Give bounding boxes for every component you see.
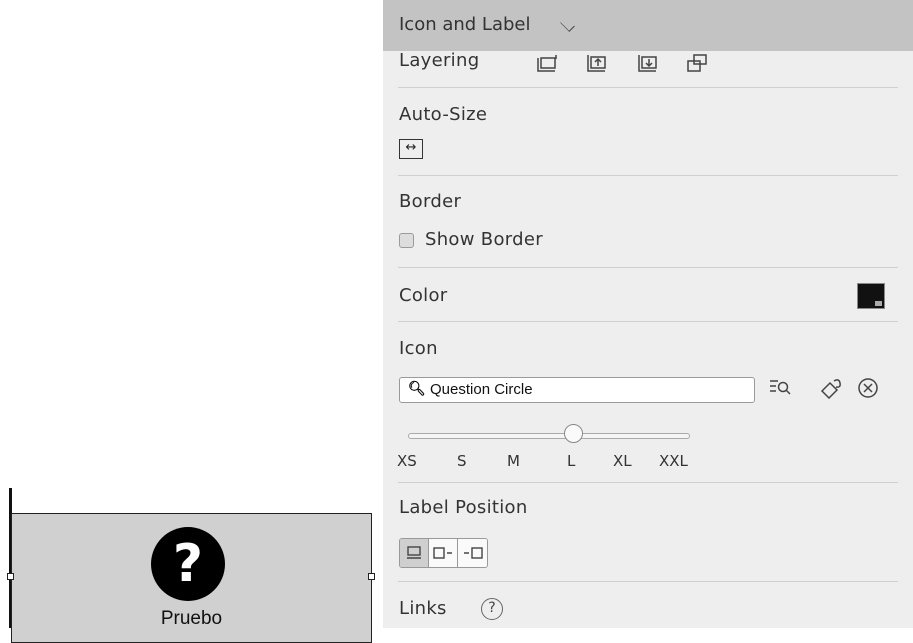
send-backward-icon[interactable] [636,52,660,74]
separator [398,87,898,88]
question-circle-icon: ? [151,527,225,601]
properties-panel: Icon and Label Layering Auto-Size ↔ Bord… [383,0,913,628]
icon-style-icon[interactable] [820,377,844,404]
autosize-label: Auto-Size [399,104,488,125]
separator [398,482,898,483]
label-position-label: Label Position [399,497,528,518]
help-circle-icon[interactable]: ? [481,598,503,620]
browse-icons-icon[interactable] [769,377,791,402]
label-position-left-button[interactable] [458,539,487,567]
design-canvas: ? Pruebo [0,0,382,643]
autosize-horizontal-icon[interactable]: ↔ [399,139,423,159]
size-option-m[interactable]: M [507,452,520,470]
label-position-right-button[interactable] [429,539,458,567]
separator [398,321,898,322]
bring-to-front-icon[interactable] [535,52,559,74]
icon-search-value: Question Circle [430,381,533,398]
size-option-l[interactable]: L [567,452,575,470]
show-border-checkbox[interactable] [399,233,414,248]
icon-size-slider-handle[interactable] [564,424,583,443]
panel-header[interactable]: Icon and Label [383,0,913,51]
label-position-bottom-button[interactable] [400,539,429,567]
panel-title: Icon and Label [399,14,531,35]
size-option-s[interactable]: S [457,452,467,470]
clear-icon-icon[interactable] [857,377,879,404]
icon-search-input[interactable]: 🔍︎ Question Circle [399,377,755,403]
show-border-label[interactable]: Show Border [425,229,543,250]
resize-handle-right[interactable] [368,573,375,580]
border-label: Border [399,191,462,212]
color-picker-swatch[interactable] [857,283,885,309]
color-label: Color [399,285,448,306]
separator [398,267,898,268]
icon-label: Icon [399,338,438,359]
bring-forward-icon[interactable] [585,52,609,74]
size-option-xl[interactable]: XL [613,452,632,470]
label-position-toggle-group [399,538,488,568]
size-option-xxl[interactable]: XXL [659,452,688,470]
separator [398,581,898,582]
separator [398,175,898,176]
send-to-back-icon[interactable] [685,52,709,74]
icon-size-slider-track[interactable] [408,433,690,439]
widget-label-text: Pruebo [160,608,223,629]
size-option-xs[interactable]: XS [397,452,417,470]
links-label: Links [399,598,447,619]
search-icon: 🔍︎ [408,381,426,397]
resize-handle-left[interactable] [7,573,14,580]
layering-label: Layering [399,50,480,71]
chevron-down-icon[interactable] [560,17,575,32]
